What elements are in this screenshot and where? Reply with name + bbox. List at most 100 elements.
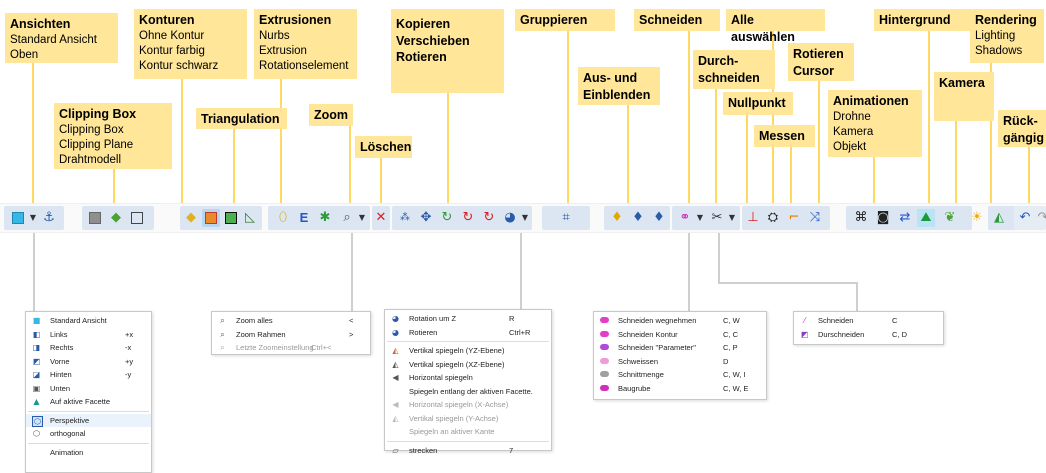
menu-item-intersection[interactable]: Schnittmenge C, W, I xyxy=(594,368,766,382)
chevron-down-icon[interactable]: ▼ xyxy=(728,209,736,227)
cube-icon: ◪ xyxy=(32,370,41,379)
copy-icon[interactable]: ⁂ xyxy=(396,209,414,227)
menu-item-shortcut: C, W, I xyxy=(723,370,746,379)
orthogonal-icon: ⬡ xyxy=(33,429,40,438)
menu-item-front-view[interactable]: ◩ Vorne +y xyxy=(26,355,151,369)
menu-item-orthogonal[interactable]: ⬡ orthogonal xyxy=(26,427,151,441)
nurbs-icon[interactable]: ⬯ xyxy=(274,209,292,227)
contour-black-icon[interactable] xyxy=(222,209,240,227)
menu-item-rotation-z[interactable]: ◕ Rotation um Z R xyxy=(385,312,551,326)
lighting-icon[interactable]: ☀ xyxy=(968,209,986,227)
menu-item-label: Vertikal spiegeln (YZ-Ebene) xyxy=(409,346,505,355)
callout-clipping-item: Drahtmodell xyxy=(59,153,121,166)
show-icon[interactable]: ♦ xyxy=(608,209,626,227)
menu-item-animation[interactable]: Animation xyxy=(26,446,151,460)
background-icon[interactable]: ⛰ xyxy=(917,209,935,227)
group-icon[interactable]: ⌗ xyxy=(557,209,575,227)
extrusion-icon[interactable]: E xyxy=(295,209,313,227)
no-contour-icon[interactable]: ◆ xyxy=(182,209,200,227)
connector-line xyxy=(688,231,690,311)
undo-icon[interactable]: ↶ xyxy=(1016,209,1034,227)
view-top-icon[interactable]: ⚓ xyxy=(40,209,58,227)
menu-item-cut-through[interactable]: ◩ Durschneiden C, D xyxy=(794,328,943,342)
menu-item-mirror-edge[interactable]: Spiegeln an aktiver Kante xyxy=(385,425,551,439)
menu-item-label: Vertikal spiegeln (Y-Achse) xyxy=(409,413,499,423)
menu-item-cut-remove[interactable]: Schneiden wegnehmen C, W xyxy=(594,314,766,328)
clipping-plane-icon[interactable]: ◆ xyxy=(107,209,125,227)
menu-item-label: Vertikal spiegeln (XZ-Ebene) xyxy=(409,359,505,369)
menu-item-zoom-frame[interactable]: ⌕ Zoom Rahmen > xyxy=(212,328,370,342)
cut-through-icon: ◩ xyxy=(800,329,809,339)
contour-colored-icon[interactable] xyxy=(202,209,220,227)
menu-item-stretch[interactable]: ▱ strecken 7 xyxy=(385,444,551,458)
menu-item-excavation[interactable]: Baugrube C, W, E xyxy=(594,382,766,396)
stretch-icon: ▱ xyxy=(392,445,399,455)
rotate-cursor-icon[interactable]: ⤨ xyxy=(806,209,824,227)
menu-item-label: orthogonal xyxy=(50,429,86,438)
rotate-green-icon[interactable]: ↻ xyxy=(438,209,456,227)
chevron-down-icon[interactable]: ▼ xyxy=(29,209,37,227)
menu-item-label: Schneiden Kontur xyxy=(618,329,678,339)
callout-kopieren-line: Verschieben xyxy=(396,33,470,48)
origin-icon[interactable]: ⊥ xyxy=(744,209,762,227)
menu-item-mirror-xz[interactable]: ◭ Vertikal spiegeln (XZ-Ebene) xyxy=(385,358,551,372)
menu-item-zoom-all[interactable]: ⌕ Zoom alles < xyxy=(212,314,370,328)
menu-item-cut[interactable]: ⁄ Schneiden C xyxy=(794,314,943,328)
scissors-icon[interactable]: ✂ xyxy=(708,209,726,227)
menu-item-mirror-yz[interactable]: ◭ Vertikal spiegeln (YZ-Ebene) xyxy=(385,344,551,358)
menu-item-mirror-horizontal[interactable]: ◀ Horizontal spiegeln xyxy=(385,371,551,385)
redo-icon[interactable]: ↷ xyxy=(1034,209,1046,227)
chevron-down-icon[interactable]: ▼ xyxy=(358,209,366,227)
menu-item-standard-view[interactable]: ■ Standard Ansicht xyxy=(26,314,151,328)
menu-item-mirror-facet[interactable]: Spiegeln entlang der aktiven Facette. xyxy=(385,385,551,399)
wireframe-icon[interactable] xyxy=(128,209,146,227)
camera-icon[interactable]: ❦ xyxy=(941,209,959,227)
connector-line xyxy=(33,231,35,311)
menu-item-active-facet[interactable]: ▲ Auf aktive Facette xyxy=(26,395,151,409)
move-icon[interactable]: ✥ xyxy=(417,209,435,227)
menu-item-label: Schneiden wegnehmen xyxy=(618,316,697,325)
triangulation-icon[interactable]: ◺ xyxy=(241,209,259,227)
chevron-down-icon[interactable]: ▼ xyxy=(696,209,704,227)
hide-icon[interactable]: ♦ xyxy=(629,209,647,227)
boolean-cut-icon[interactable]: ⚭ xyxy=(676,209,694,227)
shadows-icon[interactable]: ◭ xyxy=(990,209,1008,227)
menu-item-weld[interactable]: Schweissen D xyxy=(594,355,766,369)
chevron-down-icon[interactable]: ▼ xyxy=(521,209,529,227)
menu-item-last-zoom[interactable]: ⌕ Letzte Zoomeinstellung Ctrl+< xyxy=(212,341,370,355)
callout-rueck-line: gängig xyxy=(1003,130,1044,145)
menu-item-left-view[interactable]: ◧ Links +x xyxy=(26,328,151,342)
menu-item-perspective[interactable]: ⬡ Perspektive xyxy=(26,413,151,427)
camera-animation-icon[interactable]: ◙ xyxy=(874,209,892,227)
rotate-red-2-icon[interactable]: ↻ xyxy=(480,209,498,227)
show-hide-icon[interactable]: ♦ xyxy=(650,209,668,227)
menu-item-mirror-x-axis[interactable]: ◀ Horizontal spiegeln (X-Achse) xyxy=(385,398,551,412)
cube-icon: ◩ xyxy=(32,356,41,366)
menu-item-label: Horizontal spiegeln (X-Achse) xyxy=(409,400,509,409)
rotate-red-icon[interactable]: ↻ xyxy=(459,209,477,227)
menu-item-rotate[interactable]: ◕ Rotieren Ctrl+R xyxy=(385,326,551,340)
menu-item-mirror-y-axis[interactable]: ◭ Vertikal spiegeln (Y-Achse) xyxy=(385,412,551,426)
menu-item-cut-parameter[interactable]: Schneiden "Parameter" C, P xyxy=(594,341,766,355)
menu-item-cut-contour[interactable]: Schneiden Kontur C, C xyxy=(594,328,766,342)
callout-ansichten-item: Oben xyxy=(10,48,39,61)
callout-extrusionen-item: Rotationselement xyxy=(259,59,349,72)
menu-item-right-view[interactable]: ◨ Rechts -x xyxy=(26,341,151,355)
menu-item-bottom-view[interactable]: ▣ Unten xyxy=(26,382,151,396)
delete-icon[interactable]: ✕ xyxy=(372,209,390,227)
rotate-blue-icon[interactable]: ◕ xyxy=(501,209,519,227)
cut-contour-icon xyxy=(600,330,609,339)
measure-icon[interactable]: ⌐ xyxy=(785,209,803,227)
drone-icon[interactable]: ⌘ xyxy=(852,209,870,227)
clipping-box-icon[interactable] xyxy=(86,209,104,227)
view-cube-icon[interactable] xyxy=(9,209,27,227)
callout-schneiden-title: Schneiden xyxy=(639,13,703,27)
callout-kamera: Kamera xyxy=(934,72,994,121)
zoom-icon[interactable]: ⌕ xyxy=(338,209,356,227)
select-all-icon[interactable]: ⛭ xyxy=(764,209,782,227)
object-animation-icon[interactable]: ⇄ xyxy=(896,209,914,227)
menu-item-back-view[interactable]: ◪ Hinten -y xyxy=(26,368,151,382)
menu-item-shortcut: D xyxy=(723,356,729,366)
callout-ausein-line: Aus- und xyxy=(583,71,638,85)
rotation-element-icon[interactable]: ✱ xyxy=(316,209,334,227)
